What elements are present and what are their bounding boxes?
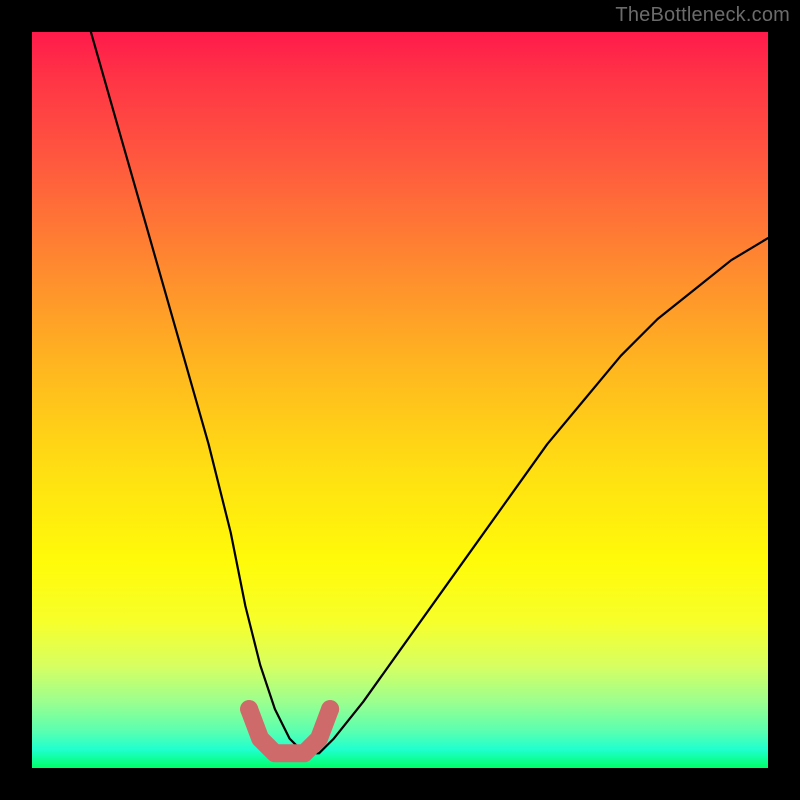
plot-area — [32, 32, 768, 768]
watermark-text: TheBottleneck.com — [615, 4, 790, 27]
highlight-end-dot — [321, 700, 339, 718]
chart-frame: TheBottleneck.com — [0, 0, 800, 800]
highlight-end-dot — [240, 700, 258, 718]
bottleneck-curve — [91, 32, 768, 753]
highlight-band-line — [249, 709, 330, 753]
highlight-band-dots — [240, 700, 339, 718]
curve-layer — [32, 32, 768, 768]
